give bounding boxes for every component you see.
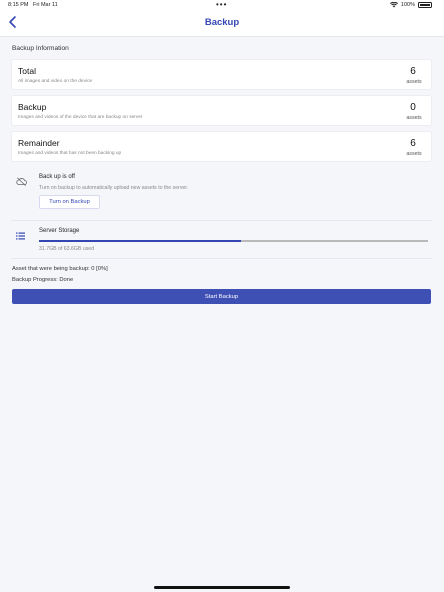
asset-backup-status: Asset that were being backup: 0 [0%] (12, 266, 108, 272)
turn-on-backup-button[interactable]: Turn on Backup (39, 195, 100, 209)
home-indicator[interactable] (154, 586, 290, 589)
card-description: Images and videos of the device that are… (18, 115, 143, 120)
backup-content: Backup Information Total All images and … (0, 37, 444, 592)
card-description: Images and videos that has not been back… (18, 151, 122, 156)
cloud-off-icon (16, 177, 27, 186)
battery-icon (418, 2, 432, 8)
card-unit: assets (406, 79, 422, 85)
navigation-bar: Backup (0, 12, 444, 37)
card-count: 6 (410, 66, 416, 77)
backup-status-description: Turn on backup to automatically upload n… (39, 185, 189, 191)
card-total: Total All images and video on the device… (11, 59, 432, 90)
divider (11, 258, 432, 259)
status-bar: 8:15 PM Fri Mar 11 ••• 100% (0, 0, 444, 12)
storage-list-icon (16, 232, 25, 240)
storage-used-text: 31.7GB of 63.6GB used (39, 246, 95, 252)
multitasking-dots-icon[interactable]: ••• (216, 0, 227, 9)
backup-status-title: Back up is off (39, 174, 75, 180)
storage-progress-bar (39, 240, 428, 242)
wifi-icon (389, 2, 398, 8)
card-description: All images and video on the device (18, 79, 93, 84)
server-storage-title: Server Storage (39, 228, 80, 234)
card-count: 6 (410, 138, 416, 149)
battery-percent: 100% (400, 2, 415, 8)
storage-progress-fill (39, 240, 242, 242)
card-title: Remainder (18, 138, 60, 148)
status-date: Fri Mar 11 (33, 2, 58, 8)
status-time: 8:15 PM (8, 2, 29, 8)
backup-status-section: Back up is off Turn on backup to automat… (0, 168, 444, 220)
card-count: 0 (410, 102, 416, 113)
divider (11, 220, 432, 221)
card-unit: assets (406, 115, 422, 121)
status-right: 100% (389, 2, 432, 8)
card-unit: assets (406, 151, 422, 157)
card-backup: Backup Images and videos of the device t… (11, 95, 432, 126)
section-header: Backup Information (12, 45, 69, 52)
page-title: Backup (204, 17, 240, 28)
card-title: Total (18, 66, 36, 76)
card-title: Backup (18, 102, 47, 112)
card-remainder: Remainder Images and videos that has not… (11, 131, 432, 162)
backup-progress-status: Backup Progress: Done (12, 277, 74, 283)
start-backup-button[interactable]: Start Backup (12, 289, 431, 304)
